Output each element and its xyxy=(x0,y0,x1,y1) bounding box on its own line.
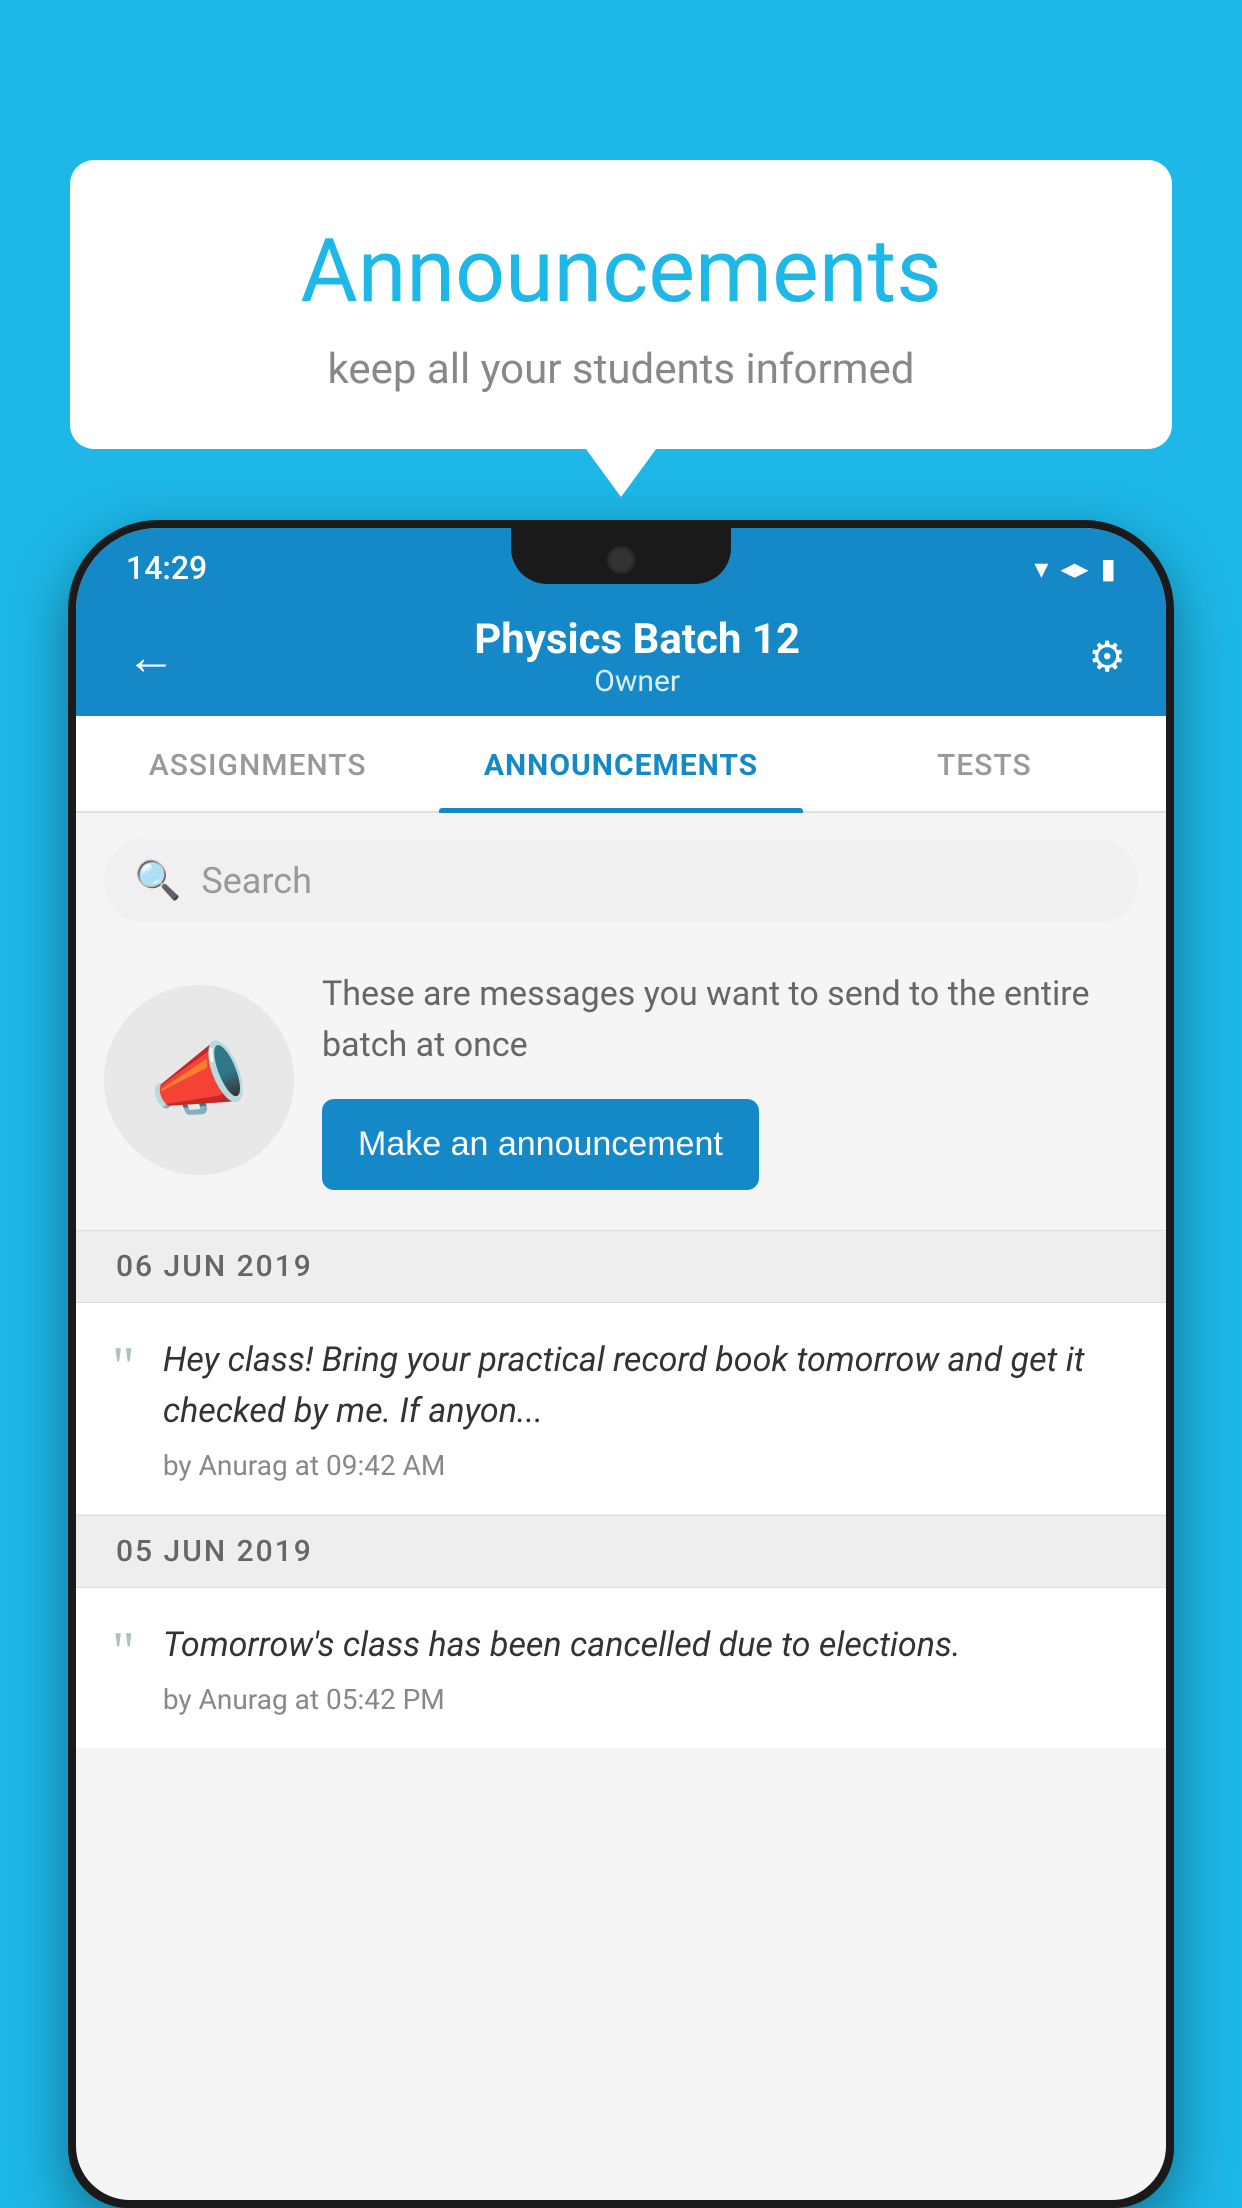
announcement-promo: 📣 These are messages you want to send to… xyxy=(76,949,1166,1230)
battery-icon: ▮ xyxy=(1101,552,1116,585)
announcement-intro-card: Announcements keep all your students inf… xyxy=(70,160,1172,449)
search-icon: 🔍 xyxy=(134,859,181,903)
promo-description: These are messages you want to send to t… xyxy=(322,969,1138,1071)
settings-button[interactable]: ⚙ xyxy=(1088,632,1126,682)
tab-bar: ASSIGNMENTS ANNOUNCEMENTS TESTS xyxy=(76,716,1166,813)
back-button[interactable]: ← xyxy=(116,618,186,697)
make-announcement-button[interactable]: Make an announcement xyxy=(322,1099,759,1190)
status-icons: ▾ ◂▸ ▮ xyxy=(1034,552,1116,585)
quote-icon-2: " xyxy=(112,1624,135,1680)
batch-name: Physics Batch 12 xyxy=(474,615,800,664)
megaphone-icon: 📣 xyxy=(149,1033,249,1127)
announcement-message-2: Tomorrow's class has been cancelled due … xyxy=(163,1620,1130,1671)
megaphone-circle: 📣 xyxy=(104,985,294,1175)
tab-assignments[interactable]: ASSIGNMENTS xyxy=(76,716,439,811)
status-time: 14:29 xyxy=(126,549,207,587)
announcement-meta-1: by Anurag at 09:42 AM xyxy=(163,1449,1130,1482)
announcement-meta-2: by Anurag at 05:42 PM xyxy=(163,1683,1130,1716)
phone-mockup: 14:29 ▾ ◂▸ ▮ ← Physics Batch 12 Owner ⚙ … xyxy=(68,520,1174,2208)
user-role: Owner xyxy=(474,664,800,699)
bubble-subtitle: keep all your students informed xyxy=(110,345,1132,394)
phone-notch xyxy=(511,528,731,584)
promo-content: These are messages you want to send to t… xyxy=(322,969,1138,1190)
search-bar[interactable]: 🔍 Search xyxy=(104,839,1138,923)
tab-tests[interactable]: TESTS xyxy=(803,716,1166,811)
date-separator-1: 06 JUN 2019 xyxy=(76,1230,1166,1303)
wifi-icon: ▾ xyxy=(1034,552,1048,585)
signal-icon: ◂▸ xyxy=(1060,552,1088,585)
announcement-body-1: Hey class! Bring your practical record b… xyxy=(163,1335,1130,1482)
announcement-message-1: Hey class! Bring your practical record b… xyxy=(163,1335,1130,1437)
phone-screen: 14:29 ▾ ◂▸ ▮ ← Physics Batch 12 Owner ⚙ … xyxy=(76,528,1166,2200)
quote-icon-1: " xyxy=(112,1339,135,1395)
tab-announcements[interactable]: ANNOUNCEMENTS xyxy=(439,716,802,811)
camera-cutout xyxy=(607,546,635,574)
announcement-body-2: Tomorrow's class has been cancelled due … xyxy=(163,1620,1130,1716)
date-separator-2: 05 JUN 2019 xyxy=(76,1515,1166,1588)
header-center: Physics Batch 12 Owner xyxy=(474,615,800,699)
announcement-item-2[interactable]: " Tomorrow's class has been cancelled du… xyxy=(76,1588,1166,1748)
bubble-title: Announcements xyxy=(110,220,1132,323)
announcement-item-1[interactable]: " Hey class! Bring your practical record… xyxy=(76,1303,1166,1515)
app-header: ← Physics Batch 12 Owner ⚙ xyxy=(76,598,1166,716)
search-placeholder: Search xyxy=(201,860,312,902)
